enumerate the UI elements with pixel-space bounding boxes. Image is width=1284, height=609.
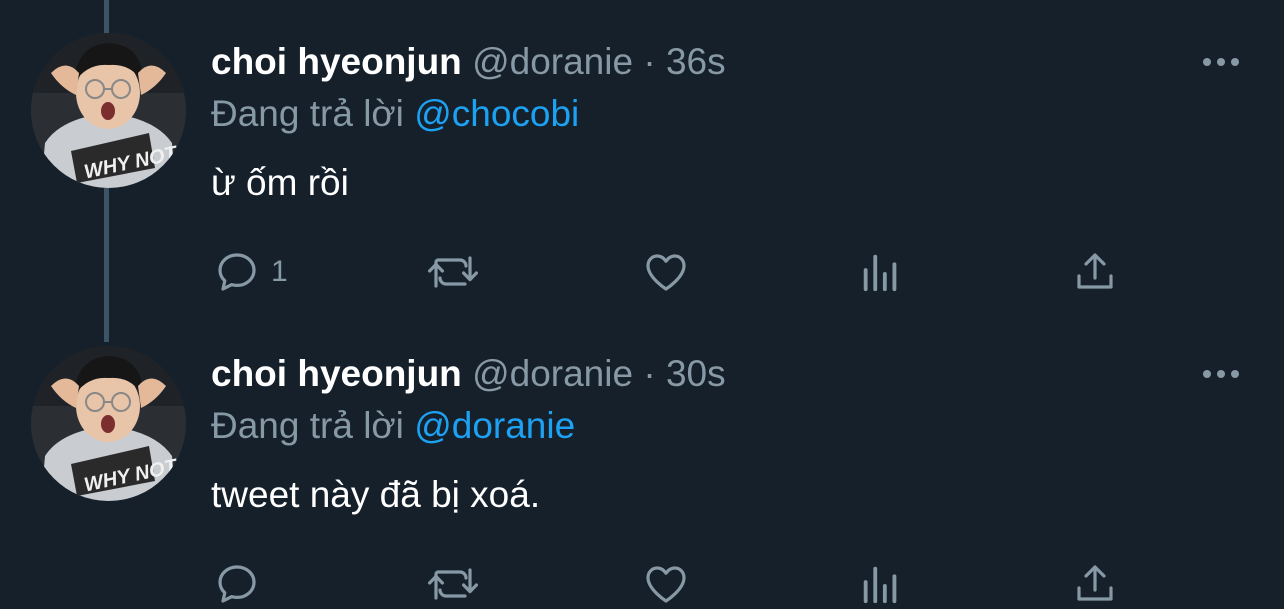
more-options-button[interactable] bbox=[1198, 364, 1244, 384]
avatar[interactable]: WHY NOT?! bbox=[31, 346, 186, 501]
tweet-text: tweet này đã bị xoá. bbox=[211, 474, 541, 515]
replying-to-label: Đang trả lời bbox=[211, 405, 404, 446]
user-handle[interactable]: @doranie bbox=[472, 353, 633, 394]
like-button[interactable] bbox=[641, 558, 691, 609]
user-handle[interactable]: @doranie bbox=[472, 41, 633, 82]
more-options-button[interactable] bbox=[1198, 52, 1244, 72]
reply-mention-link[interactable]: @doranie bbox=[414, 405, 575, 446]
reply-mention-link[interactable]: @chocobi bbox=[414, 93, 579, 134]
replying-to-label: Đang trả lời bbox=[211, 93, 404, 134]
replying-to: Đang trả lời @doranie bbox=[211, 404, 575, 448]
separator-dot: · bbox=[643, 353, 656, 394]
analytics-icon bbox=[863, 566, 897, 604]
reply-button[interactable]: 1 bbox=[213, 246, 288, 298]
tweet-actions bbox=[0, 558, 1284, 609]
tweet-header: choi hyeonjun @doranie · 36s bbox=[211, 40, 726, 84]
share-button[interactable] bbox=[1071, 246, 1119, 298]
display-name[interactable]: choi hyeonjun bbox=[211, 353, 462, 394]
tweet-header: choi hyeonjun @doranie · 30s bbox=[211, 352, 726, 396]
timestamp[interactable]: 36s bbox=[666, 41, 726, 82]
reply-icon bbox=[218, 565, 256, 603]
retweet-button[interactable] bbox=[426, 246, 480, 298]
tweet[interactable]: WHY NOT?! choi hyeonjun @doranie · 30s Đ… bbox=[0, 312, 1284, 609]
heart-icon bbox=[646, 566, 686, 603]
timeline: WHY NOT?! choi hyeonjun @doranie · 36s Đ… bbox=[0, 0, 1284, 609]
replying-to: Đang trả lời @chocobi bbox=[211, 92, 579, 136]
share-button[interactable] bbox=[1071, 558, 1119, 609]
tweet-actions: 1 bbox=[0, 246, 1284, 298]
retweet-icon bbox=[428, 256, 478, 288]
reply-button[interactable] bbox=[213, 558, 271, 609]
analytics-icon bbox=[863, 254, 897, 292]
avatar[interactable]: WHY NOT?! bbox=[31, 33, 186, 188]
separator-dot: · bbox=[643, 41, 656, 82]
heart-icon bbox=[646, 254, 686, 291]
more-icon bbox=[1203, 370, 1211, 378]
timestamp[interactable]: 30s bbox=[666, 353, 726, 394]
tweet-text: ừ ốm rồi bbox=[211, 162, 349, 203]
display-name[interactable]: choi hyeonjun bbox=[211, 41, 462, 82]
share-icon bbox=[1077, 253, 1113, 289]
avatar-image: WHY NOT?! bbox=[31, 33, 186, 188]
tweet[interactable]: WHY NOT?! choi hyeonjun @doranie · 36s Đ… bbox=[0, 0, 1284, 312]
like-button[interactable] bbox=[641, 246, 691, 298]
analytics-button[interactable] bbox=[858, 246, 904, 298]
more-icon bbox=[1203, 58, 1211, 66]
avatar-image: WHY NOT?! bbox=[31, 346, 186, 501]
share-icon bbox=[1077, 565, 1113, 601]
retweet-icon bbox=[428, 568, 478, 600]
reply-count: 1 bbox=[271, 255, 288, 288]
reply-icon bbox=[218, 253, 256, 291]
retweet-button[interactable] bbox=[426, 558, 480, 609]
analytics-button[interactable] bbox=[858, 558, 904, 609]
